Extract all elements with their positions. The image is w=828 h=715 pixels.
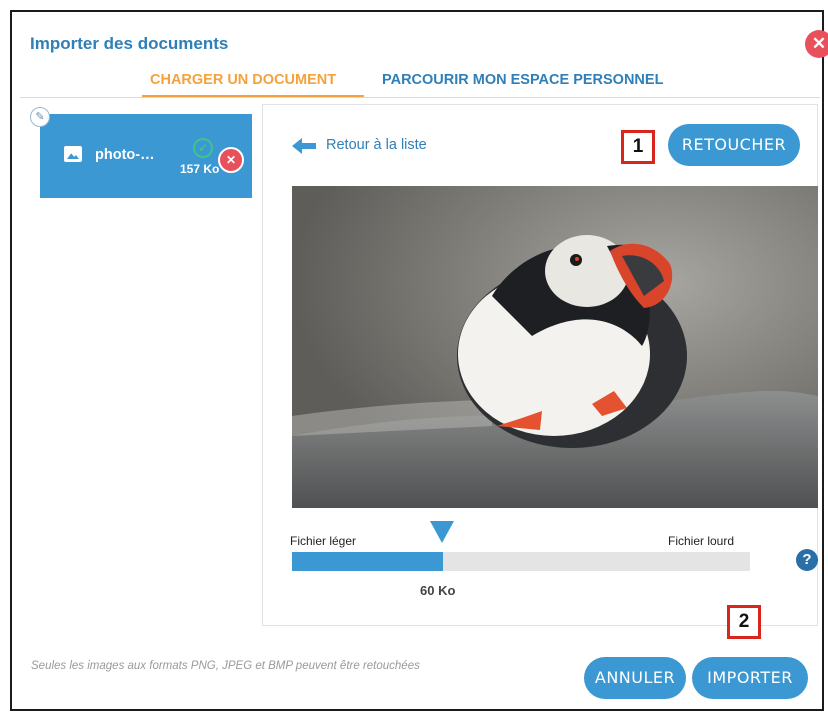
compression-slider-fill: [292, 552, 444, 571]
callout-badge-2: 2: [727, 605, 761, 639]
import-button[interactable]: IMPORTER: [692, 657, 808, 699]
callout-badge-1: 1: [621, 130, 655, 164]
help-icon[interactable]: ?: [796, 549, 818, 571]
puffin-illustration: [292, 186, 818, 508]
tab-charger-un-document[interactable]: CHARGER UN DOCUMENT: [150, 72, 336, 88]
compression-slider-track[interactable]: [292, 552, 750, 571]
heavy-file-label: Fichier lourd: [668, 534, 735, 548]
back-arrow-icon[interactable]: [292, 138, 316, 154]
format-note: Seules les images aux formats PNG, JPEG …: [31, 660, 420, 672]
file-size: 157 Ko: [180, 162, 220, 176]
file-name: photo-…: [95, 147, 155, 163]
retouch-button[interactable]: RETOUCHER: [668, 124, 800, 166]
remove-icon[interactable]: ✕: [218, 147, 244, 173]
tab-parcourir-espace-personnel[interactable]: PARCOURIR MON ESPACE PERSONNEL: [382, 72, 663, 88]
close-icon[interactable]: ✕: [805, 30, 828, 58]
photo-preview: [292, 186, 818, 508]
compressed-size-value: 60 Ko: [420, 583, 456, 598]
compression-slider-handle[interactable]: [430, 521, 454, 543]
image-icon: [64, 146, 82, 162]
light-file-label: Fichier léger: [290, 534, 357, 548]
pencil-icon[interactable]: ✎: [30, 107, 50, 127]
back-to-list-link[interactable]: Retour à la liste: [326, 137, 427, 153]
file-card[interactable]: photo-… ✓ 157 Ko ✕: [40, 114, 252, 198]
dialog-title: Importer des documents: [30, 34, 229, 53]
check-circle-icon: ✓: [193, 138, 213, 158]
cancel-button[interactable]: ANNULER: [584, 657, 686, 699]
